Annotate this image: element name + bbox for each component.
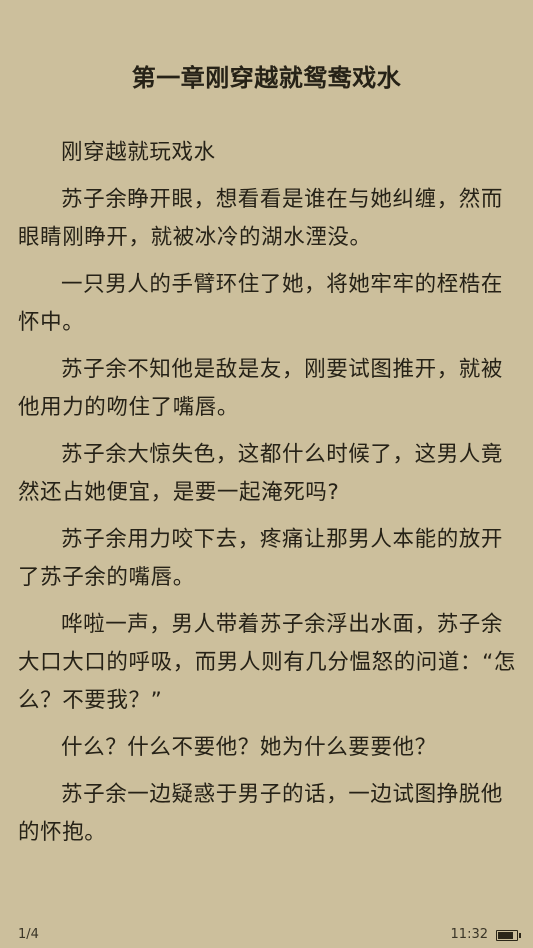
battery-icon <box>496 930 521 941</box>
page-indicator: 1/4 <box>18 927 39 942</box>
paragraph: 苏子余大惊失色，这都什么时候了，这男人竟然还占她便宜，是要一起淹死吗? <box>18 442 504 505</box>
reader-footer: 1/4 11:32 <box>0 924 533 948</box>
battery-level <box>498 932 514 939</box>
reader-page[interactable]: 第一章刚穿越就鸳鸯戏水 刚穿越就玩戏水 苏子余睁开眼，想看看是谁在与她纠缠，然而… <box>0 0 533 948</box>
paragraph: 刚穿越就玩戏水 <box>61 140 216 165</box>
paragraph: 一只男人的手臂环住了她，将她牢牢的桎梏在怀中。 <box>18 272 504 335</box>
paragraph: 苏子余不知他是敌是友，刚要试图推开，就被他用力的吻住了嘴唇。 <box>18 357 504 420</box>
chapter-content: 刚穿越就玩戏水 苏子余睁开眼，想看看是谁在与她纠缠，然而眼睛刚睁开，就被冰冷的湖… <box>18 134 518 861</box>
clock: 11:32 <box>450 927 488 942</box>
chapter-title: 第一章刚穿越就鸳鸯戏水 <box>131 64 402 92</box>
paragraph: 哗啦一声，男人带着苏子余浮出水面，苏子余大口大口的呼吸，而男人则有几分愠怒的问道… <box>18 612 516 713</box>
paragraph: 什么？什么不要他？她为什么要要他？ <box>61 735 437 760</box>
paragraph: 苏子余一边疑惑于男子的话，一边试图挣脱他的怀抱。 <box>18 782 504 845</box>
paragraph: 苏子余睁开眼，想看看是谁在与她纠缠，然而眼睛刚睁开，就被冰冷的湖水湮没。 <box>18 187 504 250</box>
paragraph: 苏子余用力咬下去，疼痛让那男人本能的放开了苏子余的嘴唇。 <box>18 527 504 590</box>
